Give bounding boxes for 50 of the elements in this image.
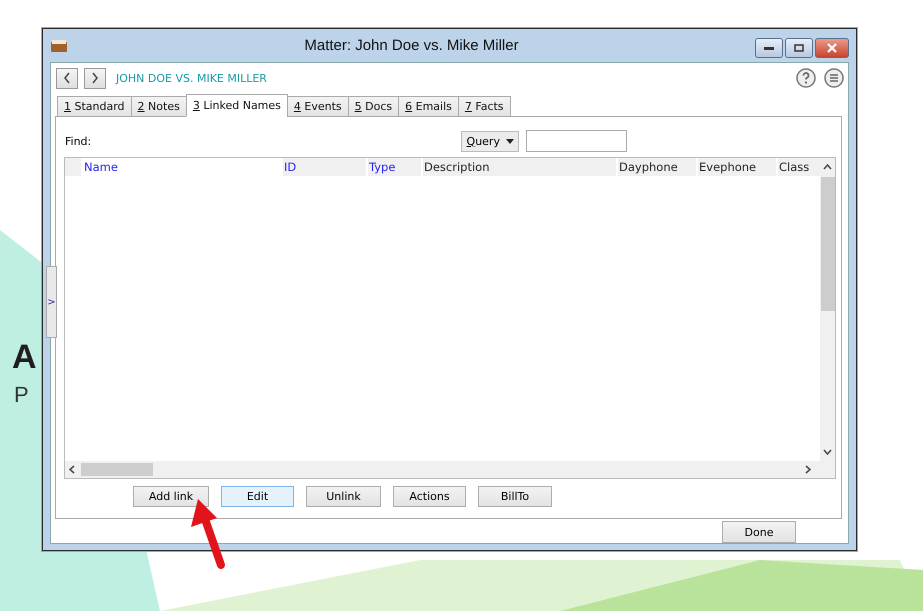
scroll-right-icon <box>805 465 811 474</box>
maximize-icon <box>794 44 804 52</box>
scroll-up-icon <box>823 164 832 170</box>
scrollbar-thumb[interactable] <box>820 177 834 311</box>
tab[interactable]: 7 Facts <box>458 96 511 117</box>
logo-letter: A <box>12 340 37 374</box>
tab[interactable]: 3 Linked Names <box>186 94 288 117</box>
caret-icon <box>506 138 514 144</box>
help-icon[interactable] <box>796 68 816 88</box>
chevron-left-icon <box>63 72 71 84</box>
tab[interactable]: 1 Standard <box>57 96 132 117</box>
tab[interactable]: 6 Emails <box>398 96 459 117</box>
scrollbar-thumb[interactable] <box>81 463 153 476</box>
column-header[interactable]: ID <box>284 160 296 174</box>
action-button[interactable]: Add link <box>133 486 209 507</box>
chevron-right-icon <box>91 72 99 84</box>
forward-button[interactable] <box>84 68 106 88</box>
close-button[interactable] <box>815 38 849 58</box>
column-header[interactable]: Dayphone <box>619 160 678 174</box>
query-dropdown[interactable]: Query <box>461 130 520 152</box>
column-header[interactable]: Class <box>779 160 810 174</box>
vertical-scrollbar[interactable] <box>820 158 835 461</box>
matter-heading: JOHN DOE VS. MIKE MILLER <box>116 72 267 84</box>
folder-icon <box>50 38 68 52</box>
scroll-left-icon <box>69 465 75 474</box>
close-icon <box>827 43 837 53</box>
back-button[interactable] <box>56 68 78 88</box>
scroll-down-icon <box>823 449 832 455</box>
minimize-button[interactable] <box>755 38 783 58</box>
find-input[interactable] <box>526 130 628 152</box>
column-header[interactable]: Type <box>369 160 396 174</box>
find-label: Find: <box>65 134 92 148</box>
logo-tagline: P <box>14 384 29 406</box>
column-header[interactable]: Evephone <box>699 160 756 174</box>
done-button[interactable]: Done <box>722 521 796 543</box>
maximize-button[interactable] <box>785 38 813 58</box>
menu-icon[interactable] <box>824 68 844 88</box>
window-title: Matter: John Doe vs. Mike Miller <box>304 37 519 54</box>
tab[interactable]: 2 Notes <box>130 96 187 117</box>
action-button[interactable]: BillTo <box>478 486 552 507</box>
tab[interactable]: 5 Docs <box>348 96 400 117</box>
action-button[interactable]: Unlink <box>306 486 381 507</box>
tab[interactable]: 4 Events <box>286 96 349 117</box>
column-header[interactable]: Name <box>84 160 118 174</box>
column-header[interactable]: Description <box>424 160 490 174</box>
horizontal-scrollbar[interactable] <box>65 461 835 478</box>
side-panel-toggle[interactable]: > <box>46 266 57 338</box>
minimize-icon <box>764 46 774 50</box>
action-button[interactable]: Edit <box>221 486 294 507</box>
action-button[interactable]: Actions <box>393 486 466 507</box>
